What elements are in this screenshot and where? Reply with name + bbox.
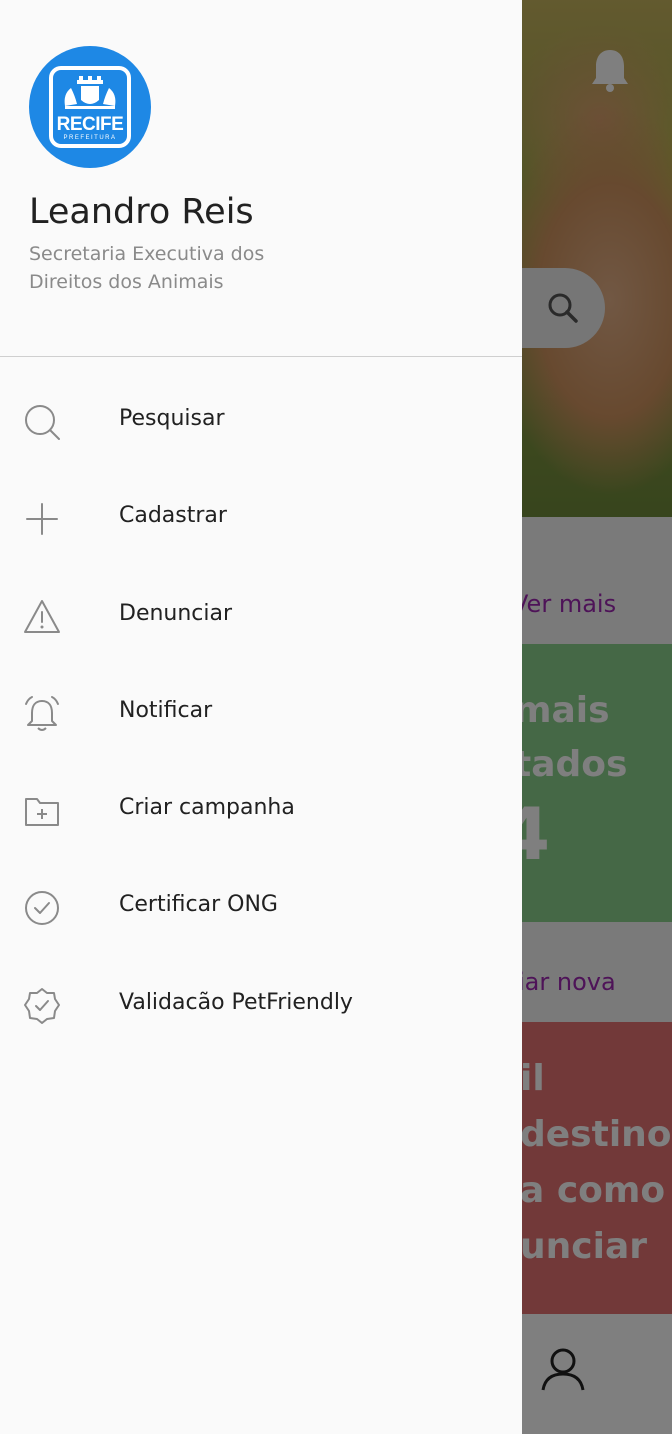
crest-icon — [64, 76, 116, 109]
logo-sub-text: PREFEITURA — [63, 135, 117, 141]
menu-item-label: Denunciar — [119, 600, 233, 626]
drawer-divider — [0, 356, 522, 357]
menu-item-criar-campanha[interactable]: Criar campanha — [0, 761, 522, 858]
navigation-drawer: RECIFE PREFEITURA Leandro Reis Secretari… — [0, 0, 522, 1434]
menu-item-label: Criar campanha — [119, 795, 295, 821]
menu-item-denunciar[interactable]: Denunciar — [0, 567, 522, 664]
drawer-menu: Pesquisar Cadastrar Denunciar Notificar … — [0, 372, 522, 1053]
menu-item-label: Validacão PetFriendly — [119, 989, 353, 1015]
folder-add-icon — [25, 798, 59, 827]
alarm-bell-icon — [25, 695, 59, 731]
badge-check-icon — [24, 987, 60, 1024]
menu-item-certificar-ong[interactable]: Certificar ONG — [0, 858, 522, 955]
menu-item-pesquisar[interactable]: Pesquisar — [0, 372, 522, 469]
warning-icon — [24, 599, 60, 633]
menu-item-label: Cadastrar — [119, 503, 227, 529]
search-icon — [25, 405, 60, 440]
user-name: Leandro Reis — [29, 192, 254, 232]
menu-item-cadastrar[interactable]: Cadastrar — [0, 469, 522, 566]
menu-item-validacao-petfriendly[interactable]: Validacão PetFriendly — [0, 956, 522, 1053]
plus-icon — [26, 503, 58, 536]
check-circle-icon — [25, 891, 59, 926]
menu-item-label: Notificar — [119, 697, 213, 723]
menu-item-notificar[interactable]: Notificar — [0, 664, 522, 761]
logo-brand-text: RECIFE — [56, 114, 124, 135]
menu-item-label: Pesquisar — [119, 406, 225, 431]
recife-logo: RECIFE PREFEITURA — [29, 46, 151, 168]
menu-item-label: Certificar ONG — [119, 892, 278, 918]
user-role: Secretaria Executiva dos Direitos dos An… — [29, 243, 265, 293]
